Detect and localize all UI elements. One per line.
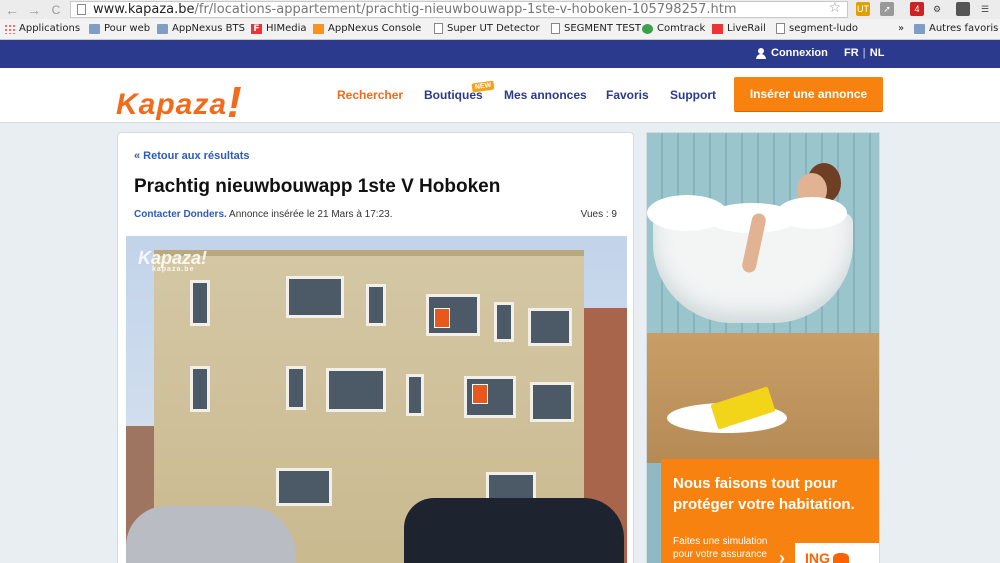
extension-square-icon[interactable] (956, 2, 970, 16)
kapaza-logo[interactable]: Kapaza! (116, 75, 243, 127)
bookmark-appnexus-bts[interactable]: AppNexus BTS (157, 23, 245, 34)
photo-window (286, 276, 344, 318)
pin-extension-icon[interactable]: ➚ (880, 2, 894, 16)
photo-for-rent-sign (472, 384, 488, 404)
bookmark-liverail[interactable]: LiveRail (712, 23, 766, 34)
photo-window (530, 382, 574, 422)
apps-grid-icon (4, 23, 15, 34)
listing-photo[interactable]: Kapaza! kapaza.be (126, 236, 627, 563)
photo-car-silver (126, 506, 296, 563)
login-label: Connexion (771, 47, 828, 59)
folder-icon (157, 23, 168, 34)
lang-separator: | (862, 47, 866, 59)
site-topbar: Connexion FR | NL (0, 40, 1000, 68)
insert-ad-button[interactable]: Insérer une annonce (734, 77, 883, 111)
chevron-right-icon: › (779, 548, 785, 563)
photo-watermark: Kapaza! kapaza.be (138, 248, 208, 273)
inserted-date: Annonce insérée le 21 Mars à 17:23. (229, 209, 393, 220)
page-icon (551, 23, 560, 34)
appnexus-icon (313, 23, 324, 34)
forward-arrow-icon[interactable]: → (26, 2, 42, 18)
listing-title: Prachtig nieuwbouwapp 1ste V Hoboken (134, 176, 501, 197)
page-icon (77, 4, 86, 15)
photo-window (190, 366, 210, 412)
view-count: Vues : 9 (580, 209, 617, 220)
bookmark-segment-ludo[interactable]: segment-ludo (776, 23, 858, 34)
comtrack-icon (642, 23, 653, 34)
url-domain: www.kapaza.be (93, 2, 195, 17)
nav-favoris[interactable]: Favoris (606, 88, 649, 102)
ad-subline: Faites une simulation pour votre assuran… (673, 536, 768, 560)
listing-meta: Contacter Donders. Annonce insérée le 21… (134, 209, 392, 220)
photo-window (528, 308, 572, 346)
liverail-icon (712, 23, 723, 34)
listing-card: « Retour aux résultats Prachtig nieuwbou… (117, 132, 634, 563)
back-to-results-link[interactable]: « Retour aux résultats (134, 150, 250, 162)
user-icon (756, 47, 766, 59)
contact-seller-link[interactable]: Contacter Donders. (134, 209, 227, 220)
back-arrow-icon[interactable]: ← (4, 2, 20, 18)
bookmark-segment-test[interactable]: SEGMENT TEST (551, 23, 641, 34)
folder-icon (914, 23, 925, 34)
lang-fr[interactable]: FR (844, 47, 859, 59)
photo-window (190, 280, 210, 326)
folder-icon (89, 23, 100, 34)
extension-badge-icon[interactable]: 4 (910, 2, 924, 16)
ing-lion-icon (832, 553, 849, 563)
settings-gear-icon[interactable]: ⚙ (930, 2, 944, 16)
bookmark-pour-web[interactable]: Pour web (89, 23, 150, 34)
page-icon (434, 23, 443, 34)
bookmark-star-icon[interactable]: ☆ (828, 1, 841, 16)
ing-logo[interactable]: › ING (779, 543, 879, 563)
nav-mes-annonces[interactable]: Mes annonces (504, 88, 587, 102)
ad-foam (777, 197, 847, 229)
bookmark-applications[interactable]: Applications (4, 23, 80, 34)
browser-toolbar: ← → C www.kapaza.be/fr/locations-apparte… (0, 0, 1000, 19)
bookmark-autres-favoris[interactable]: Autres favoris (914, 23, 998, 34)
bookmark-himedia[interactable]: F HIMedia (251, 23, 307, 34)
lang-nl[interactable]: NL (870, 47, 885, 59)
site-header: Kapaza! Rechercher Boutiques NEW Mes ann… (0, 68, 1000, 127)
photo-window (406, 374, 424, 416)
menu-icon[interactable]: ☰ (978, 2, 992, 16)
bookmark-appnexus-console[interactable]: AppNexus Console (313, 23, 421, 34)
page-icon (776, 23, 785, 34)
overflow-icon: » (898, 23, 905, 34)
login-link[interactable]: Connexion (756, 47, 828, 59)
photo-window (326, 368, 386, 412)
photo-window (366, 284, 386, 326)
reload-icon[interactable]: C (48, 3, 64, 17)
bookmarks-overflow[interactable]: » (898, 23, 904, 34)
photo-window (276, 468, 332, 506)
language-switcher: FR | NL (844, 47, 884, 59)
bookmark-comtrack[interactable]: Comtrack (642, 23, 705, 34)
ad-headline: Nous faisons tout pour protéger votre ha… (673, 475, 855, 513)
photo-window (494, 302, 514, 342)
bookmarks-bar: Applications Pour web AppNexus BTS F HIMe… (0, 19, 1000, 40)
himedia-icon: F (251, 23, 262, 34)
nav-rechercher[interactable]: Rechercher (337, 88, 403, 102)
url-path: /fr/locations-appartement/prachtig-nieuw… (194, 2, 737, 17)
address-bar[interactable]: www.kapaza.be/fr/locations-appartement/p… (70, 1, 848, 18)
photo-window (286, 366, 306, 410)
nav-support[interactable]: Support (670, 88, 716, 102)
bookmark-super-ut-detector[interactable]: Super UT Detector (434, 23, 540, 34)
new-badge: NEW (471, 80, 495, 93)
ut-extension-icon[interactable]: UT (856, 2, 870, 16)
photo-car-black (404, 498, 624, 563)
photo-for-rent-sign (434, 308, 450, 328)
ad-copy-panel: Nous faisons tout pour protéger votre ha… (661, 459, 879, 563)
ing-ad-banner[interactable]: Nous faisons tout pour protéger votre ha… (646, 132, 880, 563)
